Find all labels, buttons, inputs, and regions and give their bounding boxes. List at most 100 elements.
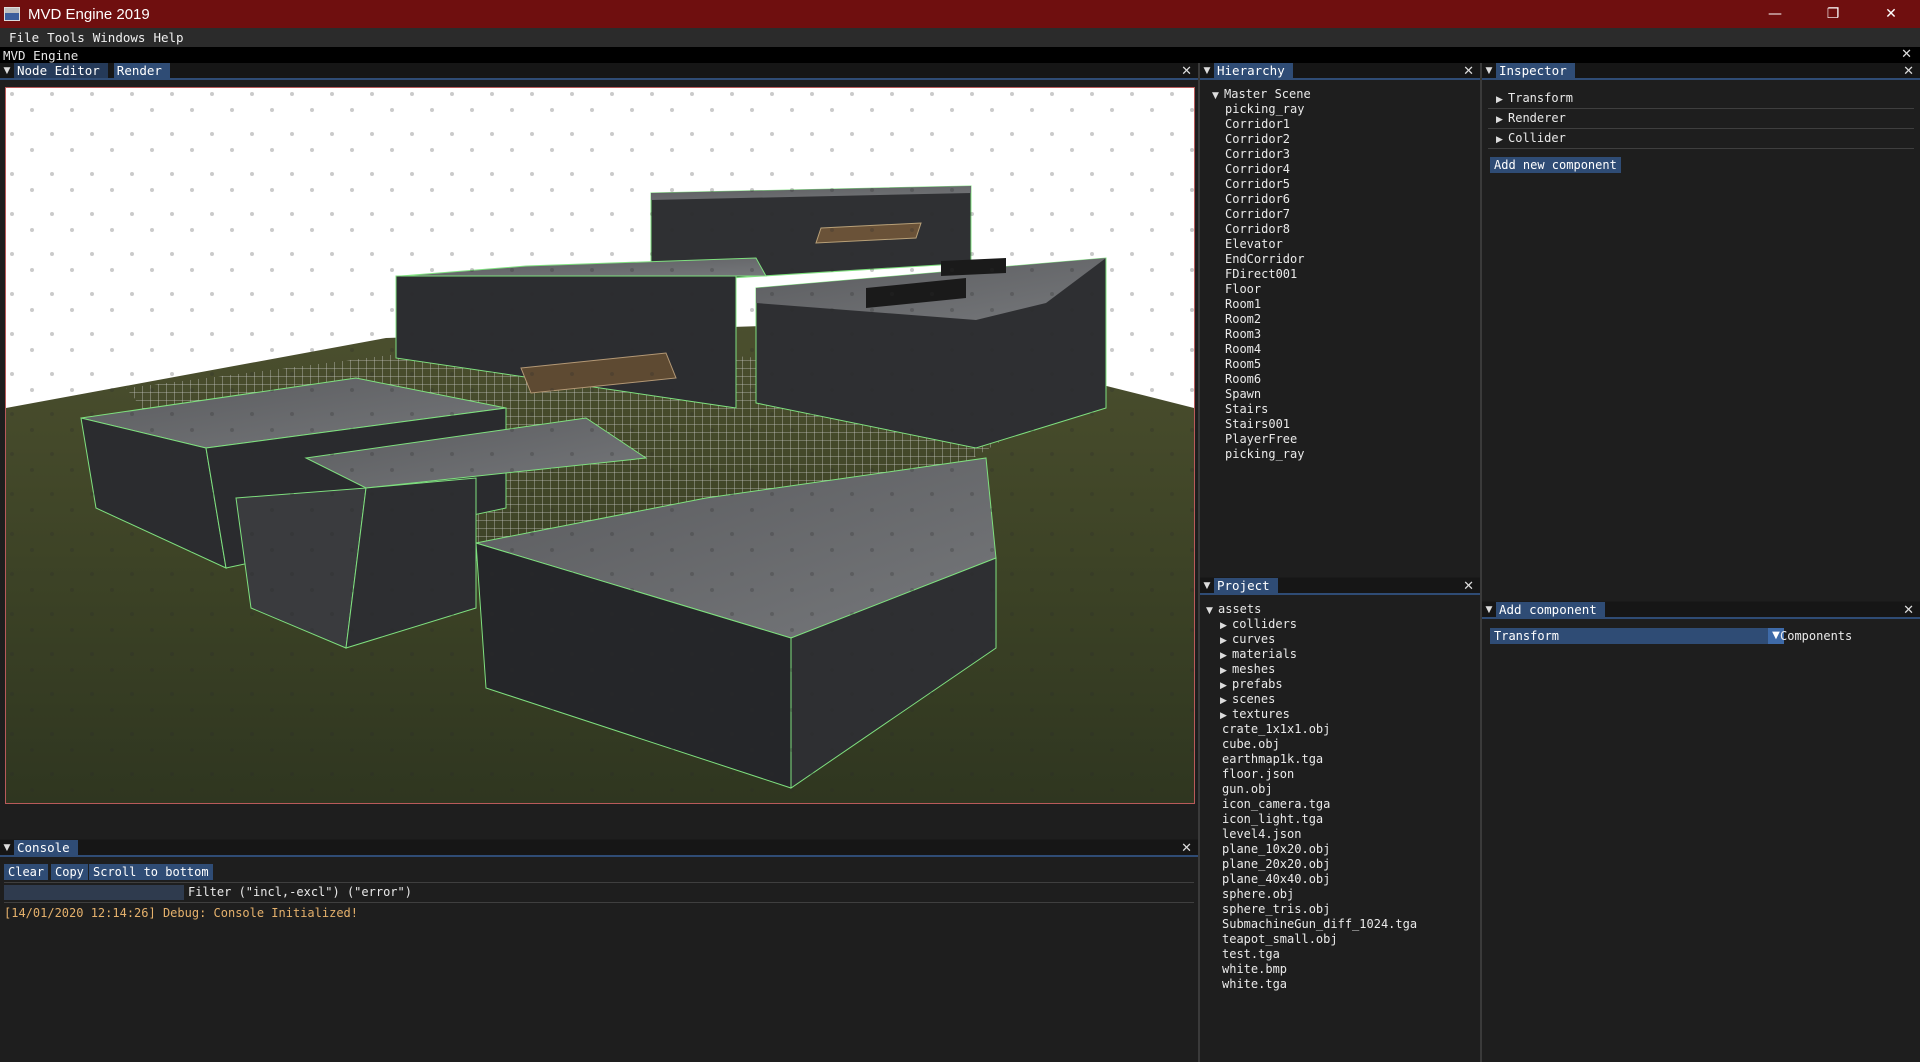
project-file[interactable]: icon_light.tga <box>1222 812 1323 827</box>
scroll-to-bottom-button[interactable]: Scroll to bottom <box>89 864 213 880</box>
project-file[interactable]: gun.obj <box>1222 782 1273 797</box>
close-icon[interactable]: ✕ <box>1181 63 1192 80</box>
expanded-arrow-icon[interactable]: ▼ <box>1206 604 1218 619</box>
app-icon <box>4 7 20 21</box>
separator <box>1488 148 1914 149</box>
filter-input[interactable] <box>4 885 184 900</box>
close-icon[interactable]: ✕ <box>1463 63 1474 80</box>
menu-file[interactable]: File <box>9 30 39 45</box>
project-folder[interactable]: ▶ scenes <box>1220 692 1275 707</box>
hierarchy-item[interactable]: Corridor7 <box>1225 207 1290 222</box>
tab-console[interactable]: Console <box>14 840 78 855</box>
project-folder[interactable]: ▶ prefabs <box>1220 677 1283 692</box>
hierarchy-item[interactable]: Room5 <box>1225 357 1261 372</box>
hierarchy-item[interactable]: Corridor4 <box>1225 162 1290 177</box>
project-folder[interactable]: ▶ meshes <box>1220 662 1275 677</box>
tab-add-component[interactable]: Add component <box>1496 602 1605 617</box>
project-folder[interactable]: ▶ textures <box>1220 707 1290 722</box>
collapsed-arrow-icon[interactable]: ▶ <box>1496 133 1508 148</box>
component-label: Collider <box>1508 131 1566 145</box>
project-file[interactable]: sphere_tris.obj <box>1222 902 1330 917</box>
copy-button[interactable]: Copy <box>51 864 88 880</box>
project-folder[interactable]: ▶ curves <box>1220 632 1275 647</box>
hierarchy-item[interactable]: Room4 <box>1225 342 1261 357</box>
hierarchy-item[interactable]: Corridor5 <box>1225 177 1290 192</box>
collapse-arrow-icon[interactable]: ▼ <box>0 63 14 78</box>
project-file[interactable]: plane_40x40.obj <box>1222 872 1330 887</box>
hierarchy-item[interactable]: EndCorridor <box>1225 252 1304 267</box>
project-folder[interactable]: ▶ colliders <box>1220 617 1297 632</box>
component-transform[interactable]: ▶ Transform <box>1496 91 1573 106</box>
project-file[interactable]: SubmachineGun_diff_1024.tga <box>1222 917 1417 932</box>
hierarchy-item[interactable]: Corridor6 <box>1225 192 1290 207</box>
hierarchy-item[interactable]: FDirect001 <box>1225 267 1297 282</box>
render-viewport[interactable] <box>5 87 1195 804</box>
collapse-arrow-icon[interactable]: ▼ <box>1200 63 1214 78</box>
project-file[interactable]: icon_camera.tga <box>1222 797 1330 812</box>
expanded-arrow-icon[interactable]: ▼ <box>1212 89 1224 104</box>
add-component-header: ▼ Add component ✕ <box>1482 602 1920 619</box>
project-file[interactable]: plane_20x20.obj <box>1222 857 1330 872</box>
hierarchy-item[interactable]: Floor <box>1225 282 1261 297</box>
project-file[interactable]: floor.json <box>1222 767 1294 782</box>
folder-label: materials <box>1232 647 1298 661</box>
hierarchy-item[interactable]: Stairs <box>1225 402 1268 417</box>
project-folder[interactable]: ▶ materials <box>1220 647 1297 662</box>
collapse-arrow-icon[interactable]: ▼ <box>1200 578 1214 593</box>
project-file[interactable]: white.tga <box>1222 977 1287 992</box>
collapsed-arrow-icon[interactable]: ▶ <box>1496 113 1508 128</box>
component-collider[interactable]: ▶ Collider <box>1496 131 1566 146</box>
project-file[interactable]: test.tga <box>1222 947 1280 962</box>
collapse-arrow-icon[interactable]: ▼ <box>1482 63 1496 78</box>
inspector-panel: ▼ Inspector ✕ ▶ Transform ▶ Renderer ▶ Coll… <box>1482 63 1920 601</box>
collapsed-arrow-icon[interactable]: ▶ <box>1496 93 1508 108</box>
menu-help[interactable]: Help <box>153 30 183 45</box>
clear-button[interactable]: Clear <box>4 864 49 880</box>
project-file[interactable]: cube.obj <box>1222 737 1280 752</box>
hierarchy-item[interactable]: Corridor3 <box>1225 147 1290 162</box>
component-renderer[interactable]: ▶ Renderer <box>1496 111 1566 126</box>
tab-hierarchy[interactable]: Hierarchy <box>1214 63 1293 78</box>
engine-close-icon[interactable]: ✕ <box>1901 47 1912 63</box>
project-file[interactable]: sphere.obj <box>1222 887 1294 902</box>
collapse-arrow-icon[interactable]: ▼ <box>1482 602 1496 617</box>
hierarchy-item[interactable]: Corridor2 <box>1225 132 1290 147</box>
hierarchy-item[interactable]: Corridor1 <box>1225 117 1290 132</box>
close-icon[interactable]: ✕ <box>1903 63 1914 80</box>
tab-render[interactable]: Render <box>113 63 170 78</box>
hierarchy-item[interactable]: Spawn <box>1225 387 1261 402</box>
project-file[interactable]: level4.json <box>1222 827 1301 842</box>
project-file[interactable]: white.bmp <box>1222 962 1287 977</box>
restore-button[interactable]: ❐ <box>1804 0 1862 28</box>
project-root[interactable]: ▼ assets <box>1206 602 1261 617</box>
hierarchy-item[interactable]: picking_ray <box>1225 102 1304 117</box>
tab-inspector[interactable]: Inspector <box>1496 63 1575 78</box>
add-new-component-button[interactable]: Add new component <box>1490 157 1621 173</box>
menu-tools[interactable]: Tools <box>47 30 85 45</box>
minimize-button[interactable]: — <box>1746 0 1804 28</box>
engine-dockspace-header: MVD Engine ✕ <box>0 47 1920 63</box>
tab-node-editor[interactable]: Node Editor <box>14 63 108 78</box>
project-file[interactable]: teapot_small.obj <box>1222 932 1338 947</box>
menu-windows[interactable]: Windows <box>93 30 146 45</box>
hierarchy-item[interactable]: PlayerFree <box>1225 432 1297 447</box>
hierarchy-item[interactable]: Room6 <box>1225 372 1261 387</box>
hierarchy-item[interactable]: Room2 <box>1225 312 1261 327</box>
hierarchy-item[interactable]: Room1 <box>1225 297 1261 312</box>
hierarchy-item[interactable]: Elevator <box>1225 237 1283 252</box>
hierarchy-item[interactable]: Corridor8 <box>1225 222 1290 237</box>
project-file[interactable]: crate_1x1x1.obj <box>1222 722 1330 737</box>
project-file[interactable]: earthmap1k.tga <box>1222 752 1323 767</box>
tab-project[interactable]: Project <box>1214 578 1278 593</box>
close-icon[interactable]: ✕ <box>1463 578 1474 595</box>
close-window-button[interactable]: ✕ <box>1862 0 1920 28</box>
close-icon[interactable]: ✕ <box>1903 602 1914 619</box>
component-dropdown[interactable]: Transform ▼ <box>1490 628 1784 644</box>
hierarchy-item[interactable]: Stairs001 <box>1225 417 1290 432</box>
close-icon[interactable]: ✕ <box>1181 840 1192 857</box>
collapse-arrow-icon[interactable]: ▼ <box>0 840 14 855</box>
hierarchy-root[interactable]: ▼ Master Scene <box>1212 87 1311 102</box>
project-file[interactable]: plane_10x20.obj <box>1222 842 1330 857</box>
hierarchy-item[interactable]: Room3 <box>1225 327 1261 342</box>
hierarchy-item[interactable]: picking_ray <box>1225 447 1304 462</box>
